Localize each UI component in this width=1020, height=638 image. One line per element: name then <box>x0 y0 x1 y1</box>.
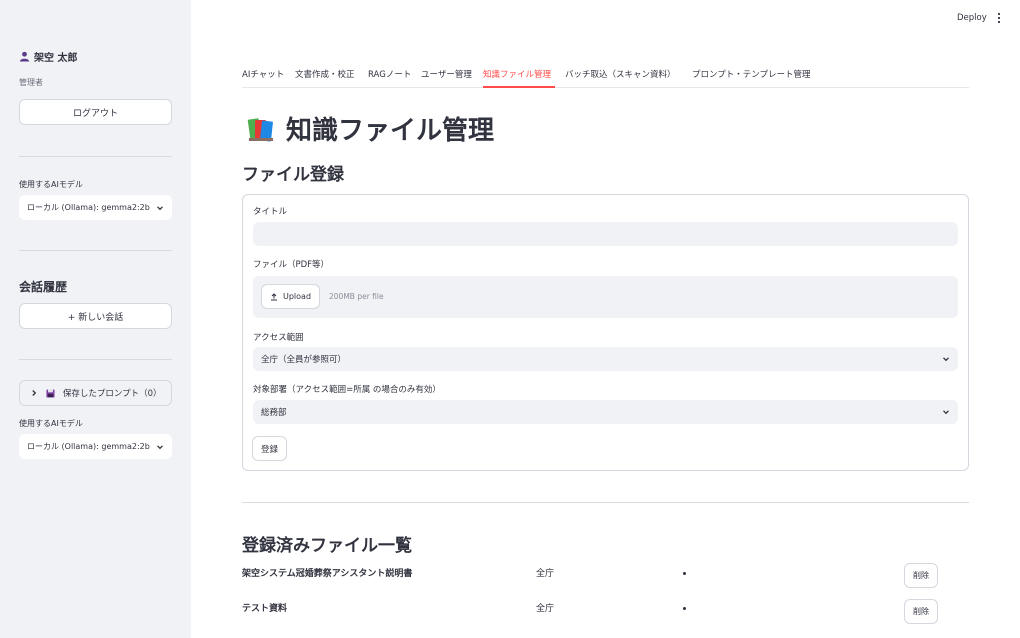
tab-user-management[interactable]: ユーザー管理 <box>421 68 472 80</box>
tab-batch-import[interactable]: バッチ取込（スキャン資料） <box>565 68 676 80</box>
user-role: 管理者 <box>19 78 43 87</box>
delete-button[interactable]: 削除 <box>904 599 938 624</box>
file-scope: 全庁 <box>536 569 555 579</box>
sidebar: 架空 太郎 管理者 ログアウト 使用するAIモデル ローカル (Ollama):… <box>0 0 191 638</box>
saved-prompts-expander[interactable]: 保存したプロンプト（0） <box>19 380 172 406</box>
upload-hint: 200MB per file <box>329 292 384 301</box>
tab-prompt-templates[interactable]: プロンプト・テンプレート管理 <box>692 68 811 80</box>
books-icon <box>247 117 273 141</box>
tab-rag-note[interactable]: RAGノート <box>368 68 411 80</box>
main-divider <box>242 502 969 503</box>
file-label: ファイル（PDF等） <box>253 260 330 270</box>
sidebar-divider <box>19 250 172 251</box>
register-button[interactable]: 登録 <box>252 436 287 461</box>
title-input[interactable] <box>253 222 958 246</box>
upload-icon <box>270 292 277 300</box>
logout-button[interactable]: ログアウト <box>19 99 172 125</box>
access-select[interactable]: 全庁（全員が参照可） <box>253 347 958 371</box>
access-label: アクセス範囲 <box>253 333 304 343</box>
more-menu-icon[interactable] <box>996 12 1002 24</box>
user-icon <box>19 51 30 62</box>
model-label-2: 使用するAIモデル <box>19 419 83 428</box>
upload-button[interactable]: Upload <box>261 284 320 309</box>
user-info: 架空 太郎 <box>19 49 77 64</box>
sidebar-divider <box>19 359 172 360</box>
tab-ai-chat[interactable]: AIチャット <box>242 68 284 80</box>
delete-button[interactable]: 削除 <box>904 563 938 588</box>
chevron-down-icon <box>157 205 163 210</box>
dept-select-value: 総務部 <box>261 408 287 418</box>
chevron-right-icon <box>32 390 37 396</box>
saved-prompts-label: 保存したプロンプト（0） <box>62 389 162 399</box>
history-heading: 会話履歴 <box>19 280 68 294</box>
file-scope: 全庁 <box>536 604 555 614</box>
bullet-dot <box>683 607 686 610</box>
file-title: テスト資料 <box>242 604 288 614</box>
dept-label: 対象部署（アクセス範囲=所属 の場合のみ有効） <box>253 385 441 395</box>
deploy-button[interactable]: Deploy <box>957 13 987 23</box>
model-select-value: ローカル (Ollama): gemma2:2b <box>27 203 150 212</box>
list-heading: 登録済みファイル一覧 <box>242 536 412 556</box>
file-dropzone[interactable]: Upload 200MB per file <box>253 276 958 318</box>
access-select-value: 全庁（全員が参照可） <box>261 355 347 365</box>
tab-document-edit[interactable]: 文書作成・校正 <box>295 68 355 80</box>
chevron-down-icon <box>943 357 949 362</box>
page-title: 知識ファイル管理 <box>246 110 494 147</box>
model-select-2[interactable]: ローカル (Ollama): gemma2:2b <box>19 434 172 459</box>
sidebar-divider <box>19 156 172 157</box>
file-title: 架空システム冠婚葬祭アシスタント説明書 <box>242 569 413 579</box>
active-tab-indicator <box>483 86 555 88</box>
chevron-down-icon <box>943 410 949 415</box>
model-label: 使用するAIモデル <box>19 180 83 189</box>
page-title-text: 知識ファイル管理 <box>286 116 495 146</box>
chevron-down-icon <box>157 444 163 449</box>
tab-knowledge-files[interactable]: 知識ファイル管理 <box>483 68 551 80</box>
dept-select[interactable]: 総務部 <box>253 400 958 424</box>
user-name: 架空 太郎 <box>34 53 78 64</box>
register-heading: ファイル登録 <box>242 165 344 185</box>
model-select[interactable]: ローカル (Ollama): gemma2:2b <box>19 195 172 220</box>
new-chat-button[interactable]: + 新しい会話 <box>19 303 172 329</box>
floppy-disk-icon <box>46 388 55 398</box>
title-label: タイトル <box>253 207 288 217</box>
upload-button-label: Upload <box>282 292 312 301</box>
bullet-dot <box>683 572 686 575</box>
tab-bar: AIチャット 文書作成・校正 RAGノート ユーザー管理 知識ファイル管理 バッ… <box>242 64 969 88</box>
model-select-value-2: ローカル (Ollama): gemma2:2b <box>27 442 150 451</box>
